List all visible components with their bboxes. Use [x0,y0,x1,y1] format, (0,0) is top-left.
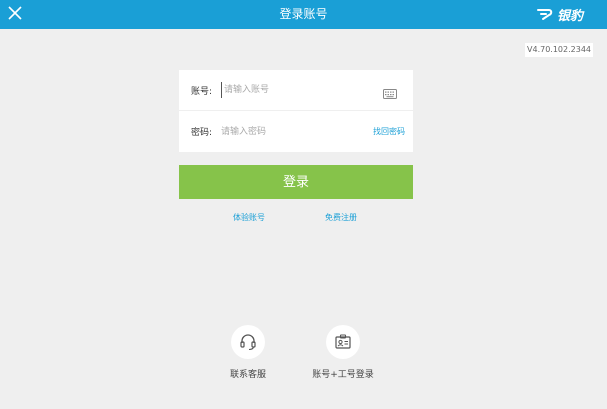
contact-service-label: 联系客服 [229,370,266,380]
account-label: 账号: [191,86,213,97]
title-bar: 登录账号 银豹 [0,0,607,29]
account-row: 账号: [179,70,413,111]
trial-account-link[interactable]: 体验账号 [233,212,265,223]
login-window: 登录账号 银豹 V4.70.102.2344 账号: 请输入账号 密码: 找回密… [0,0,607,409]
free-register-link[interactable]: 免费注册 [325,212,357,223]
login-button[interactable]: 登录 [179,165,413,199]
keyboard-icon[interactable] [383,84,397,99]
brand-logo: 银豹 [536,5,583,24]
version-label: V4.70.102.2344 [525,43,593,57]
password-row: 密码: 找回密码 [179,111,413,152]
worker-login-label: 账号+工号登录 [312,370,374,380]
headset-icon [231,325,265,359]
worker-login-button[interactable]: 账号+工号登录 [298,325,388,380]
brand-name: 银豹 [556,8,583,24]
password-label: 密码: [191,128,213,138]
account-input[interactable] [221,82,374,98]
brand-mark-icon [536,9,553,20]
login-form: 账号: 密码: 找回密码 [179,70,413,152]
window-title: 登录账号 [279,7,328,21]
password-input[interactable] [221,123,371,140]
forgot-password-link[interactable]: 找回密码 [373,126,405,137]
id-card-icon [326,325,360,359]
contact-service-button[interactable]: 联系客服 [203,325,293,380]
